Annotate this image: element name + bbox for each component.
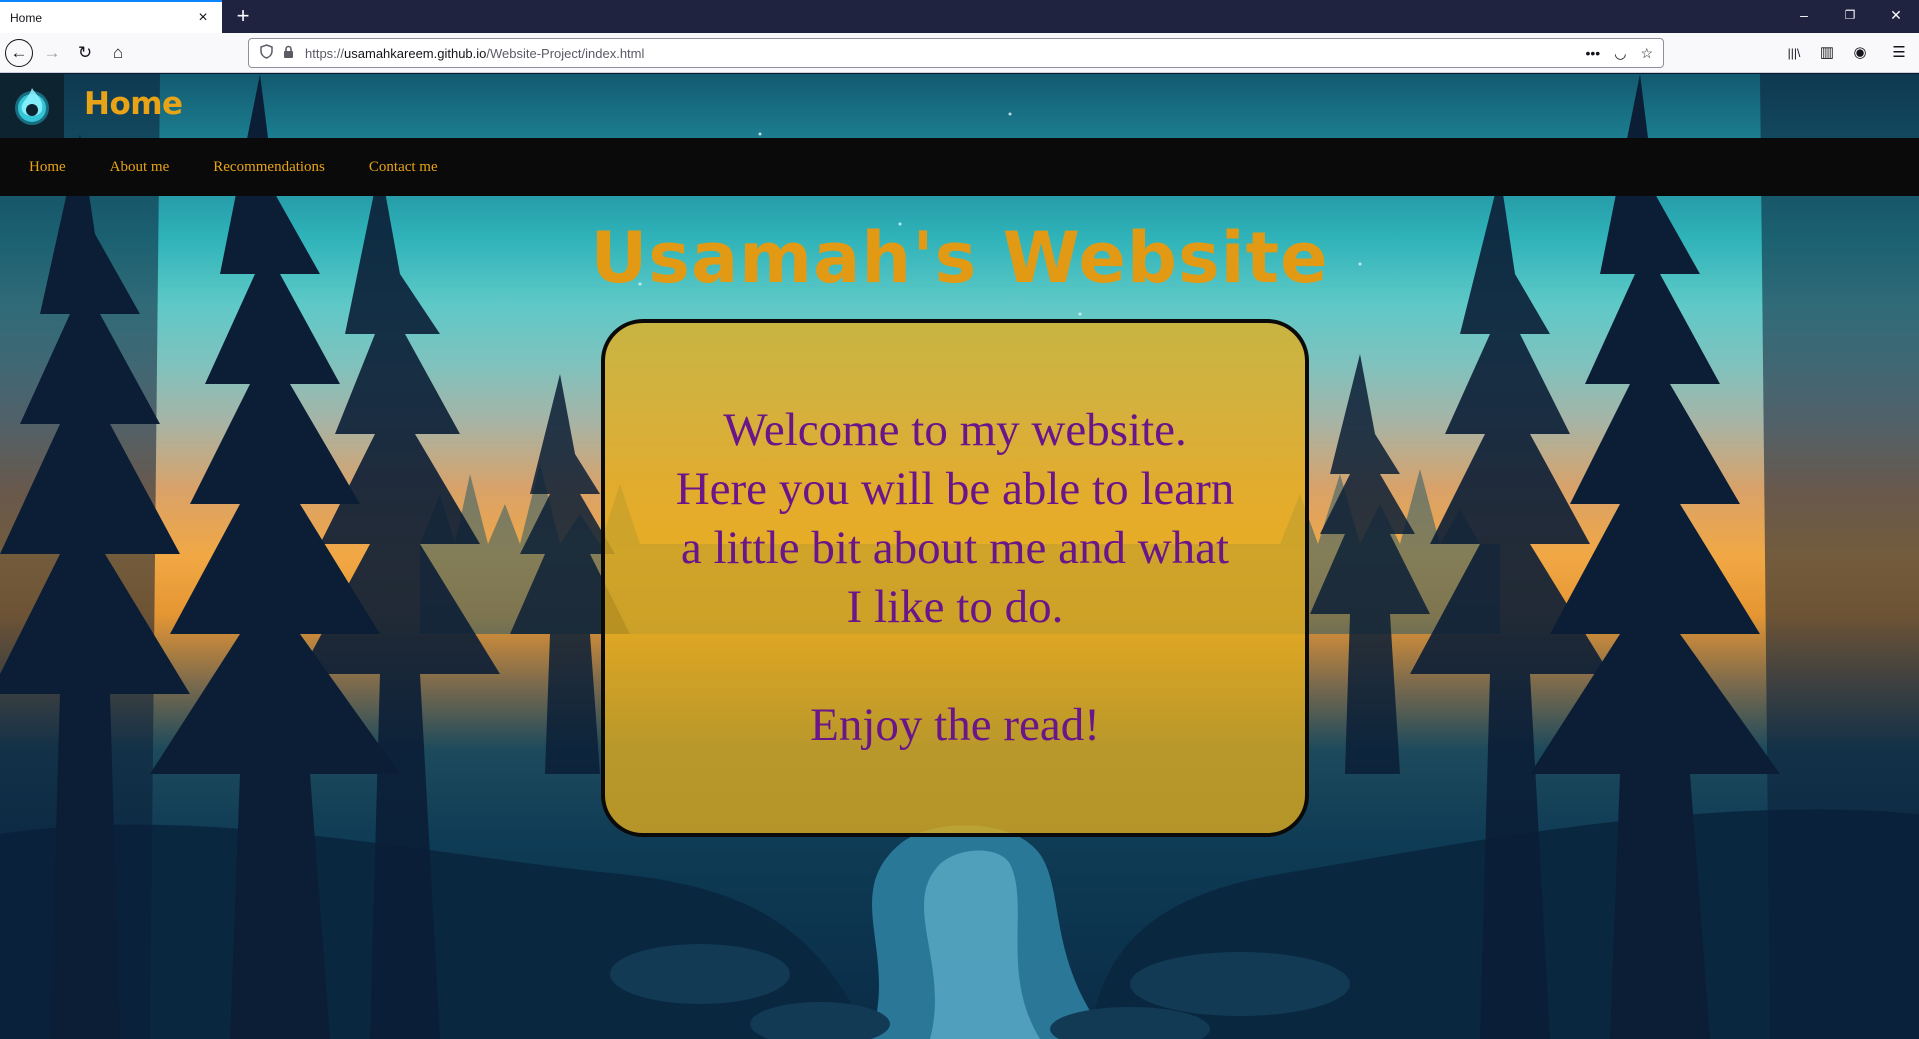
window-close-icon[interactable]: ✕	[1873, 0, 1919, 33]
window-restore-icon[interactable]: ❐	[1827, 0, 1873, 33]
nav-link-home[interactable]: Home	[29, 159, 66, 176]
welcome-line: Welcome to my website.	[723, 404, 1187, 456]
page-viewport: Home Home About me Recommendations Conta…	[0, 74, 1919, 1039]
url-host: usamahkareem.github.io	[344, 45, 487, 61]
sidebar-icon[interactable]: ▥	[1813, 39, 1841, 67]
library-icon[interactable]: |||\	[1780, 39, 1808, 67]
window-minimize-icon[interactable]: –	[1781, 0, 1827, 33]
browser-navigation-bar: ← → ↻ ⌂ https://usamahkareem.github.io/W…	[0, 33, 1919, 73]
hamburger-menu-icon[interactable]: ☰	[1885, 39, 1913, 67]
browser-tab-active[interactable]: Home ×	[0, 0, 222, 33]
hero-title: Usamah's Website	[590, 217, 1329, 299]
new-tab-icon[interactable]: +	[230, 3, 256, 29]
url-path: /Website-Project/index.html	[486, 45, 645, 61]
welcome-line: Here you will be able to learn	[675, 463, 1235, 515]
site-header: Home	[0, 74, 1919, 138]
bookmark-star-icon[interactable]: ☆	[1640, 45, 1653, 62]
welcome-card: Welcome to my website. Here you will be …	[601, 319, 1309, 837]
account-icon[interactable]: ◉	[1846, 39, 1874, 67]
url-scheme: https://	[305, 45, 345, 61]
tracking-protection-shield-icon[interactable]	[255, 44, 277, 62]
pocket-icon[interactable]: ◡	[1614, 45, 1626, 62]
site-logo[interactable]	[0, 74, 64, 138]
forward-arrow-icon[interactable]: →	[38, 39, 66, 67]
page-actions-more-icon[interactable]: •••	[1586, 45, 1601, 62]
reload-icon[interactable]: ↻	[71, 39, 99, 67]
address-bar[interactable]: https://usamahkareem.github.io/Website-P…	[248, 38, 1664, 68]
url-text[interactable]: https://usamahkareem.github.io/Website-P…	[305, 46, 1586, 61]
nav-link-about-me[interactable]: About me	[110, 159, 170, 176]
welcome-line: a little bit about me and what	[680, 522, 1230, 574]
home-icon[interactable]: ⌂	[104, 39, 132, 67]
browser-tab-strip: Home × + – ❐ ✕	[0, 0, 1919, 33]
tab-title: Home	[10, 10, 43, 25]
flame-orb-logo-icon	[15, 88, 49, 125]
nav-link-recommendations[interactable]: Recommendations	[213, 159, 325, 176]
site-header-title: Home	[84, 86, 183, 122]
welcome-line: I like to do.	[846, 581, 1064, 633]
address-bar-actions: ••• ◡ ☆	[1586, 45, 1664, 62]
site-navigation-bar: Home About me Recommendations Contact me	[0, 138, 1919, 196]
back-arrow-icon[interactable]: ←	[5, 39, 33, 67]
nav-link-contact-me[interactable]: Contact me	[369, 159, 438, 176]
closing-line: Enjoy the read!	[810, 699, 1100, 751]
padlock-icon[interactable]	[277, 45, 299, 62]
tab-close-icon[interactable]: ×	[194, 9, 212, 27]
